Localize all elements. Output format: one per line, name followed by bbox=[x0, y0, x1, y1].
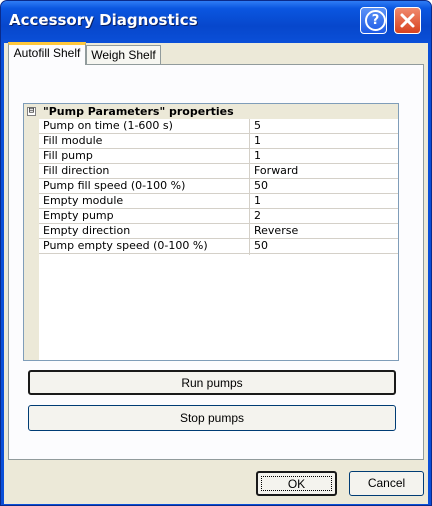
property-name: Pump fill speed (0-100 %) bbox=[43, 179, 186, 192]
tab-weigh-shelf[interactable]: Weigh Shelf bbox=[86, 45, 161, 65]
property-row[interactable]: Fill direction Forward bbox=[39, 164, 398, 179]
help-button[interactable]: ? bbox=[360, 7, 387, 34]
ok-button[interactable]: OK bbox=[256, 471, 337, 496]
property-row[interactable]: Pump empty speed (0-100 %) 50 bbox=[39, 239, 398, 254]
property-value[interactable]: Forward bbox=[254, 164, 394, 178]
property-name: Fill module bbox=[43, 134, 103, 147]
category-header: "Pump Parameters" properties bbox=[39, 104, 398, 119]
close-button[interactable] bbox=[394, 7, 421, 34]
tab-autofill-shelf[interactable]: Autofill Shelf bbox=[8, 42, 86, 65]
property-name: Empty pump bbox=[43, 209, 114, 222]
dialog-client: Autofill Shelf Weigh Shelf ⊟ "Pump Param… bbox=[4, 42, 428, 504]
property-name: Pump on time (1-600 s) bbox=[43, 119, 173, 132]
property-row[interactable]: Empty pump 2 bbox=[39, 209, 398, 224]
property-row[interactable]: Empty direction Reverse bbox=[39, 224, 398, 239]
property-value[interactable]: 2 bbox=[254, 209, 394, 223]
property-name: Empty module bbox=[43, 194, 124, 207]
title-bar[interactable]: Accessory Diagnostics ? bbox=[1, 1, 431, 43]
property-name: Fill pump bbox=[43, 149, 93, 162]
dialog-window: Accessory Diagnostics ? Autofill Shelf W… bbox=[0, 0, 432, 506]
window-title: Accessory Diagnostics bbox=[9, 11, 198, 29]
close-icon bbox=[400, 13, 415, 28]
collapse-icon[interactable]: ⊟ bbox=[27, 107, 36, 116]
property-value[interactable]: 5 bbox=[254, 119, 394, 133]
property-name: Empty direction bbox=[43, 224, 131, 237]
property-value[interactable]: 50 bbox=[254, 239, 394, 253]
run-pumps-button[interactable]: Run pumps bbox=[28, 370, 396, 395]
property-value[interactable]: 1 bbox=[254, 134, 394, 148]
property-row[interactable]: Pump on time (1-600 s) 5 bbox=[39, 119, 398, 134]
property-value[interactable]: 1 bbox=[254, 194, 394, 208]
cancel-button[interactable]: Cancel bbox=[349, 471, 424, 496]
property-grid[interactable]: ⊟ "Pump Parameters" properties Pump on t… bbox=[23, 103, 399, 361]
property-row[interactable]: Fill pump 1 bbox=[39, 149, 398, 164]
property-name: Fill direction bbox=[43, 164, 110, 177]
help-icon: ? bbox=[365, 10, 386, 31]
tab-page: ⊟ "Pump Parameters" properties Pump on t… bbox=[8, 64, 424, 460]
property-row[interactable]: Fill module 1 bbox=[39, 134, 398, 149]
focus-rect bbox=[261, 476, 332, 491]
property-value[interactable]: 1 bbox=[254, 149, 394, 163]
property-row[interactable]: Empty module 1 bbox=[39, 194, 398, 209]
property-value[interactable]: 50 bbox=[254, 179, 394, 193]
property-value[interactable]: Reverse bbox=[254, 224, 394, 238]
grid-gutter bbox=[24, 104, 39, 360]
stop-pumps-button[interactable]: Stop pumps bbox=[28, 405, 396, 431]
property-name: Pump empty speed (0-100 %) bbox=[43, 239, 208, 252]
property-row[interactable]: Pump fill speed (0-100 %) 50 bbox=[39, 179, 398, 194]
